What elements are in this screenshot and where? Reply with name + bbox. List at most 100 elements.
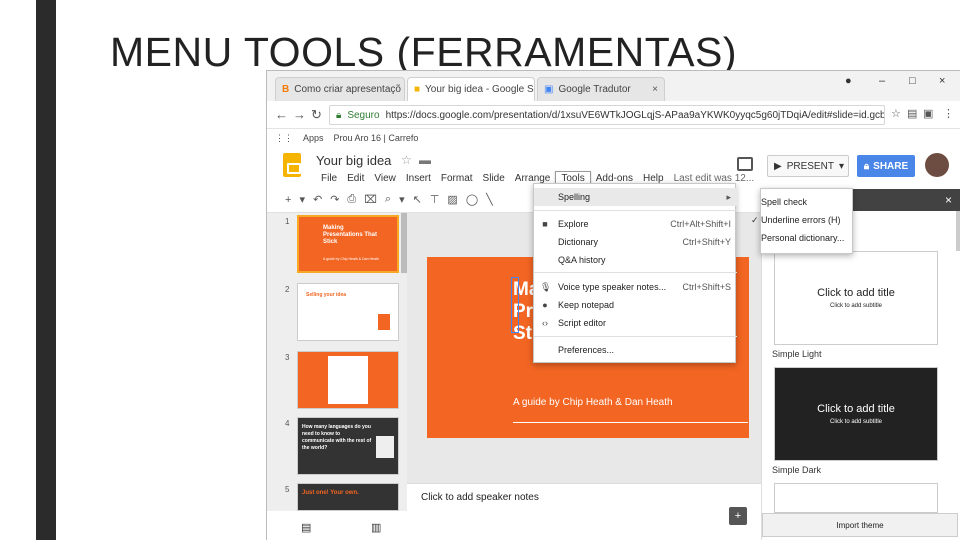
- tools-dropdown: Spelling ▸ ■ Explore Ctrl+Alt+Shift+I Di…: [533, 183, 737, 363]
- theme-name: Simple Dark: [772, 465, 822, 475]
- theme-card-simple-light[interactable]: Click to add title Click to add subtitle: [774, 251, 938, 345]
- address-bar[interactable]: 🔒︎ Seguro https://docs.google.com/presen…: [329, 105, 885, 125]
- theme-card-next[interactable]: [774, 483, 938, 513]
- slides-logo-icon[interactable]: [283, 153, 301, 177]
- code-icon: ‹›: [542, 318, 548, 328]
- submenu-item-underline-errors[interactable]: ✓ Underline errors (H): [751, 211, 854, 229]
- explore-icon: ■: [542, 219, 548, 229]
- divider: [534, 336, 737, 337]
- menu-insert[interactable]: Insert: [401, 172, 436, 185]
- chevron-down-icon[interactable]: ▾: [299, 193, 305, 206]
- lock-icon: 🔒︎: [336, 109, 342, 121]
- submenu-item-label: Spell check: [761, 197, 808, 207]
- extension-icon[interactable]: ▣: [923, 107, 933, 120]
- menu-item-spelling[interactable]: Spelling ▸: [534, 188, 737, 206]
- menu-item-keep-notepad[interactable]: ● Keep notepad: [534, 296, 737, 314]
- menu-view[interactable]: View: [369, 172, 401, 185]
- slide-thumbnail-5[interactable]: Just one! Your own.: [297, 483, 399, 511]
- menu-item-preferences[interactable]: Preferences...: [534, 341, 737, 359]
- slide-thumbnail-1[interactable]: Making Presentations That Stick A guide …: [297, 215, 399, 273]
- zoom-icon[interactable]: ⌕: [385, 193, 391, 206]
- image-icon[interactable]: ▨: [447, 193, 457, 206]
- slide-filmstrip: 1 Making Presentations That Stick A guid…: [267, 213, 407, 511]
- chevron-down-icon[interactable]: ▾: [399, 193, 405, 206]
- menu-format[interactable]: Format: [436, 172, 478, 185]
- avatar[interactable]: [925, 153, 949, 177]
- menu-item-label: Voice type speaker notes...: [558, 282, 667, 292]
- reload-icon[interactable]: ↻: [311, 107, 322, 123]
- secure-label: Seguro: [347, 109, 380, 121]
- lock-icon: 🔒︎: [863, 160, 870, 172]
- address-bar-row: ← → ↻ 🔒︎ Seguro https://docs.google.com/…: [267, 101, 960, 129]
- comments-icon[interactable]: [737, 157, 753, 171]
- browser-tab[interactable]: ▣ Google Tradutor ×: [537, 77, 665, 101]
- menu-item-script-editor[interactable]: ‹› Script editor: [534, 314, 737, 332]
- menu-item-voice-type[interactable]: 🎙︎ Voice type speaker notes... Ctrl+Shif…: [534, 278, 737, 296]
- import-theme-button[interactable]: Import theme: [762, 513, 958, 537]
- slide-thumbnail-4[interactable]: How many languages do you need to know t…: [297, 417, 399, 475]
- menu-slide[interactable]: Slide: [478, 172, 510, 185]
- textbox-icon[interactable]: ⊤: [430, 193, 440, 206]
- close-icon[interactable]: ×: [652, 84, 658, 95]
- star-icon[interactable]: ☆: [891, 107, 901, 120]
- submenu-item-personal-dictionary[interactable]: Personal dictionary...: [761, 229, 854, 247]
- speaker-notes[interactable]: Click to add speaker notes: [407, 483, 761, 540]
- themes-scrollbar[interactable]: [956, 211, 960, 251]
- menu-item-shortcut: Ctrl+Shift+Y: [682, 237, 731, 247]
- bookmark-item[interactable]: Prou Aro 16 | Carrefo: [334, 133, 419, 143]
- folder-icon[interactable]: ▬: [419, 153, 431, 167]
- undo-icon[interactable]: ↶: [313, 193, 322, 206]
- menu-item-dictionary[interactable]: Dictionary Ctrl+Shift+Y: [534, 233, 737, 251]
- print-icon[interactable]: ⎙: [347, 193, 356, 206]
- thumb-title: How many languages do you need to know t…: [302, 424, 372, 451]
- close-icon[interactable]: ×: [945, 193, 952, 207]
- slide-number: 2: [285, 285, 290, 294]
- apps-icon[interactable]: ⋮⋮: [275, 133, 293, 144]
- extension-icon[interactable]: ▤: [907, 107, 917, 120]
- theme-card-subtitle: Click to add subtitle: [829, 303, 883, 309]
- translate-icon: ▣: [544, 84, 554, 95]
- blogger-icon: B: [282, 84, 290, 95]
- submenu-item-label: Personal dictionary...: [761, 233, 845, 243]
- profile-icon[interactable]: ●: [845, 75, 852, 87]
- share-button[interactable]: 🔒︎ SHARE: [857, 155, 915, 177]
- present-button[interactable]: ▶ PRESENT ▾: [767, 155, 849, 177]
- thumb-image: [376, 436, 394, 458]
- left-accent-bar: [36, 0, 56, 540]
- chrome-menu-icon[interactable]: ⋮: [943, 107, 954, 120]
- menu-item-qa-history[interactable]: Q&A history: [534, 251, 737, 269]
- doc-title[interactable]: Your big idea: [316, 153, 391, 168]
- thumb-title: Selling your idea: [306, 292, 347, 298]
- back-icon[interactable]: ←: [275, 107, 288, 122]
- minimize-button[interactable]: –: [879, 75, 885, 87]
- submenu-item-spell-check[interactable]: Spell check: [761, 193, 854, 211]
- browser-tab[interactable]: B Como criar apresentaçõ ×: [275, 77, 405, 101]
- shape-icon[interactable]: ◯: [466, 193, 478, 206]
- paint-format-icon[interactable]: ⌧: [364, 193, 377, 206]
- forward-icon[interactable]: →: [293, 107, 306, 122]
- chevron-down-icon[interactable]: ▾: [839, 161, 844, 172]
- filmstrip-view-icon[interactable]: ▥: [371, 521, 381, 534]
- select-icon[interactable]: ↖: [413, 193, 422, 206]
- line-icon[interactable]: ╲: [486, 193, 493, 206]
- bookmark-apps[interactable]: Apps: [303, 133, 324, 143]
- main-slide-subtitle[interactable]: A guide by Chip Heath & Dan Heath: [513, 397, 673, 408]
- maximize-button[interactable]: □: [909, 75, 916, 87]
- slide-thumbnail-2[interactable]: Selling your idea: [297, 283, 399, 341]
- menu-item-shortcut: Ctrl+Alt+Shift+I: [670, 219, 731, 229]
- theme-card-simple-dark[interactable]: Click to add title Click to add subtitle: [774, 367, 938, 461]
- selection-box[interactable]: [511, 277, 519, 333]
- browser-tab-active[interactable]: ■ Your big idea - Google S ×: [407, 77, 535, 101]
- redo-icon[interactable]: ↷: [330, 193, 339, 206]
- thumb-subtitle: A guide by Chip Heath & Dan Heath: [323, 257, 379, 261]
- grid-view-icon[interactable]: ▤: [301, 521, 311, 534]
- star-icon[interactable]: ☆: [401, 153, 412, 167]
- url-text: https://docs.google.com/presentation/d/1…: [385, 109, 885, 121]
- slide-thumbnail-3[interactable]: [297, 351, 399, 409]
- menu-item-explore[interactable]: ■ Explore Ctrl+Alt+Shift+I: [534, 215, 737, 233]
- menu-file[interactable]: File: [316, 172, 342, 185]
- window-close-button[interactable]: ×: [939, 75, 945, 87]
- menu-edit[interactable]: Edit: [342, 172, 369, 185]
- add-comment-icon[interactable]: +: [729, 507, 747, 525]
- new-slide-icon[interactable]: +: [285, 194, 291, 206]
